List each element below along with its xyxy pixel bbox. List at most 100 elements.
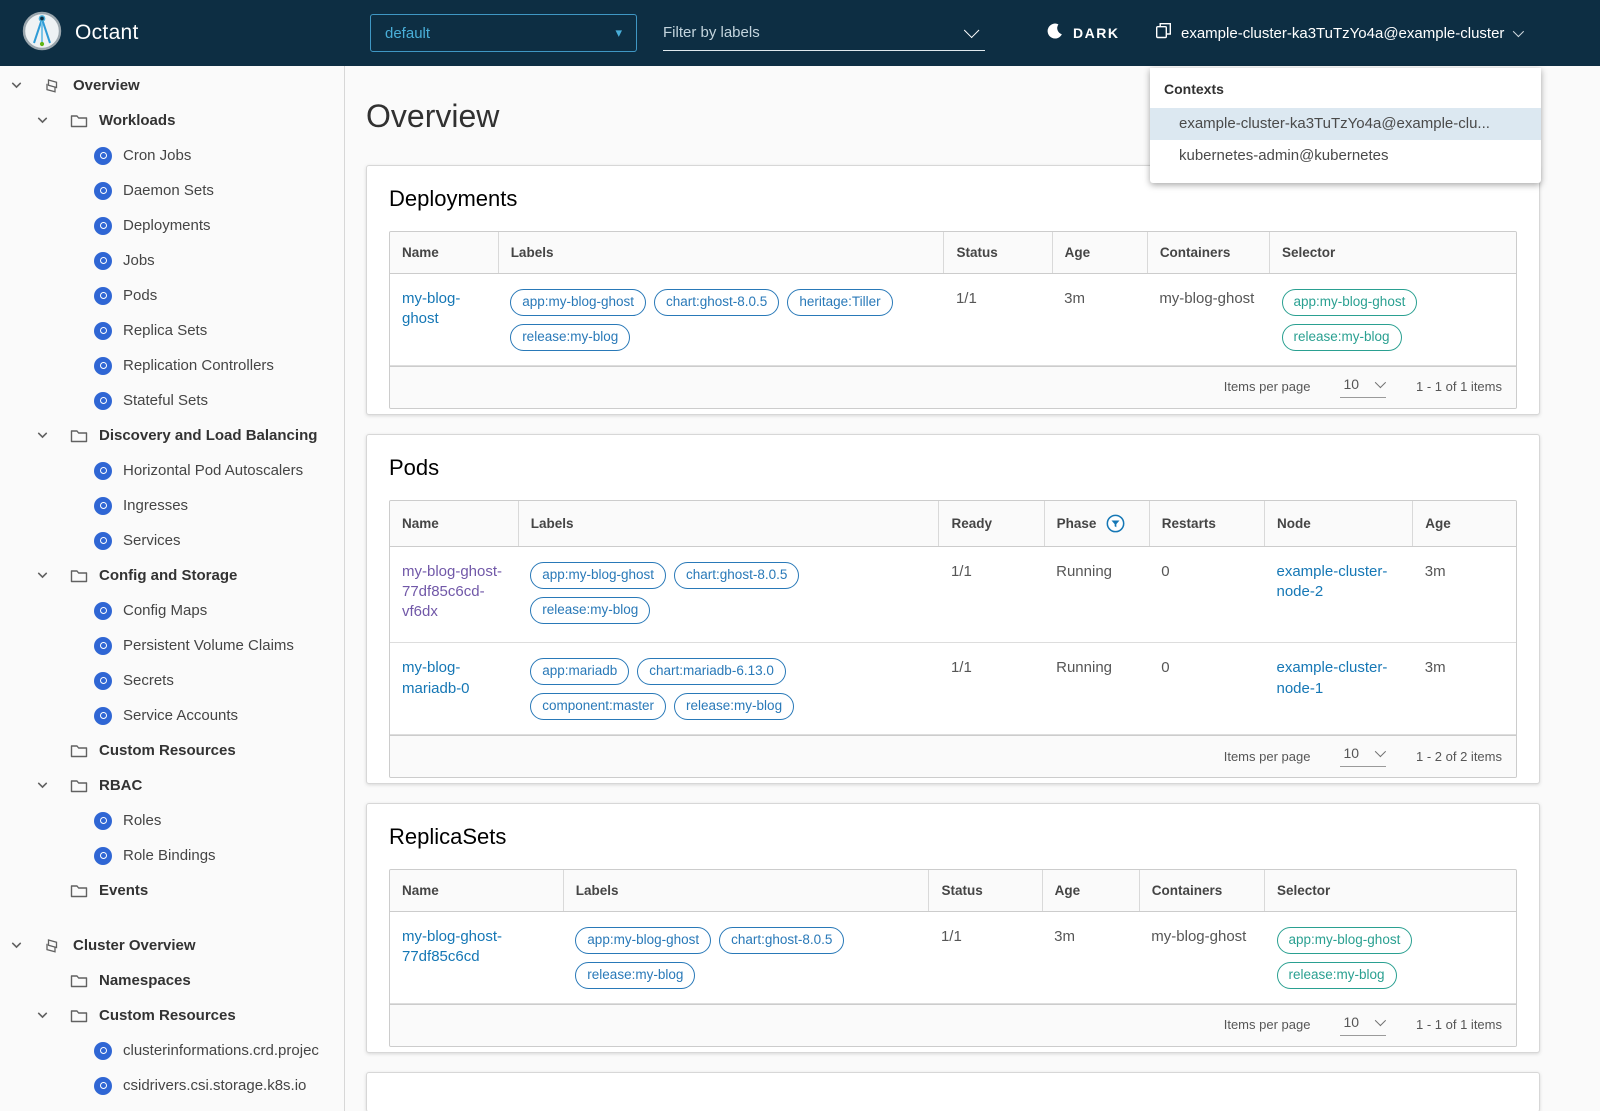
label-badge[interactable]: component:master	[530, 693, 667, 720]
octant-logo-icon	[22, 11, 62, 56]
deployment-name-link[interactable]: my-blog-ghost	[402, 290, 460, 327]
label-badge[interactable]: release:my-blog	[674, 693, 795, 720]
restarts-value: 0	[1149, 642, 1265, 735]
label-badge[interactable]: chart:mariadb-6.13.0	[637, 658, 786, 686]
chevron-down-icon[interactable]	[963, 22, 980, 39]
chevron-down-icon[interactable]	[36, 1009, 70, 1022]
column-header-status: Status	[943, 232, 1053, 274]
folder-icon	[70, 427, 88, 445]
pod-name-link[interactable]: my-blog-mariadb-0	[402, 659, 470, 696]
chevron-down-icon[interactable]	[36, 779, 70, 792]
sidebar-item-overview[interactable]: Overview	[0, 68, 344, 103]
label-badge[interactable]: release:my-blog	[510, 323, 631, 351]
chevron-down-icon[interactable]	[10, 939, 44, 952]
age-value: 3m	[1052, 273, 1148, 366]
dark-mode-label: DARK	[1073, 25, 1120, 41]
items-per-page-label: Items per page	[1223, 1017, 1311, 1033]
role-bindings-icon	[94, 846, 112, 865]
sidebar-item-role-bindings[interactable]: Role Bindings	[0, 838, 344, 873]
chevron-down-icon[interactable]	[36, 429, 70, 442]
selector-badge[interactable]: release:my-blog	[1281, 323, 1402, 351]
chevron-down-icon	[1513, 25, 1525, 38]
chevron-down-icon[interactable]	[36, 569, 70, 582]
sidebar-item-deployments[interactable]: Deployments	[0, 208, 344, 243]
context-selector[interactable]: example-cluster-ka3TuTzYo4a@example-clus…	[1155, 0, 1525, 66]
pods-title: Pods	[389, 454, 440, 480]
sidebar-item-cluster-overview[interactable]: Cluster Overview	[0, 928, 344, 963]
sidebar-item-pods[interactable]: Pods	[0, 278, 344, 313]
replicaset-name-link[interactable]: my-blog-ghost-77df85c6cd	[402, 928, 502, 965]
filter-icon[interactable]	[1106, 514, 1125, 533]
label-badge[interactable]: release:my-blog	[530, 596, 651, 624]
sidebar-item-workloads[interactable]: Workloads	[0, 103, 344, 138]
folder-icon	[70, 567, 88, 585]
table-row: my-blog-mariadb-0 app:mariadb chart:mari…	[390, 642, 1516, 735]
sidebar-item-jobs[interactable]: Jobs	[0, 243, 344, 278]
sidebar-item-rbac[interactable]: RBAC	[0, 768, 344, 803]
sidebar-item-config-maps[interactable]: Config Maps	[0, 593, 344, 628]
column-header-containers: Containers	[1138, 870, 1265, 912]
label-badge[interactable]: app:my-blog-ghost	[575, 927, 712, 954]
filter-by-labels-input[interactable]	[663, 24, 964, 41]
sidebar-item-ingresses[interactable]: Ingresses	[0, 488, 344, 523]
sidebar-item-custom-resources[interactable]: Custom Resources	[0, 733, 344, 768]
sidebar-item-service-accounts[interactable]: Service Accounts	[0, 698, 344, 733]
sidebar-item-secrets[interactable]: Secrets	[0, 663, 344, 698]
column-header-restarts: Restarts	[1148, 500, 1265, 547]
sidebar-item-daemon-sets[interactable]: Daemon Sets	[0, 173, 344, 208]
table-row: my-blog-ghost app:my-blog-ghost chart:gh…	[390, 273, 1516, 366]
folder-icon	[70, 972, 88, 990]
chevron-down-icon[interactable]	[10, 79, 44, 92]
pagination-range: 1 - 1 of 1 items	[1416, 379, 1502, 395]
selector-badge[interactable]: release:my-blog	[1276, 961, 1397, 989]
theme-toggle-button[interactable]: DARK	[1046, 0, 1119, 66]
label-badge[interactable]: release:my-blog	[575, 961, 696, 989]
context-option[interactable]: kubernetes-admin@kubernetes	[1150, 140, 1541, 172]
column-header-node: Node	[1263, 500, 1413, 547]
sidebar-item-persistent-volume-claims[interactable]: Persistent Volume Claims	[0, 628, 344, 663]
replicasets-datagrid: Name Labels Status Age Containers Select…	[389, 869, 1517, 1047]
pagination-range: 1 - 2 of 2 items	[1416, 748, 1502, 764]
phase-value: Running	[1044, 642, 1150, 735]
context-option-selected[interactable]: example-cluster-ka3TuTzYo4a@example-clu.…	[1150, 108, 1541, 140]
chevron-down-icon[interactable]	[36, 114, 70, 127]
cron-jobs-icon	[94, 146, 112, 165]
selector-badge[interactable]: app:my-blog-ghost	[1281, 289, 1418, 316]
sidebar-item-events[interactable]: Events	[0, 873, 344, 908]
node-link[interactable]: example-cluster-node-2	[1277, 563, 1388, 600]
replicasets-card: ReplicaSets Name Labels Status Age Conta…	[366, 803, 1540, 1053]
pods-icon	[94, 286, 112, 305]
sidebar-item-roles[interactable]: Roles	[0, 803, 344, 838]
sidebar-item-config-and-storage[interactable]: Config and Storage	[0, 558, 344, 593]
sidebar-item-discovery-load-balancing[interactable]: Discovery and Load Balancing	[0, 418, 344, 453]
label-badge[interactable]: chart:ghost-8.0.5	[719, 927, 845, 954]
page-size-select[interactable]: 10	[1340, 745, 1387, 767]
page-size-select[interactable]: 10	[1340, 1014, 1387, 1036]
page-size-select[interactable]: 10	[1340, 376, 1387, 398]
namespace-value: default	[385, 24, 431, 42]
age-value: 3m	[1042, 911, 1140, 1004]
sidebar-item-horizontal-pod-autoscalers[interactable]: Horizontal Pod Autoscalers	[0, 453, 344, 488]
label-badge[interactable]: app:my-blog-ghost	[510, 289, 646, 316]
sidebar-item-namespaces[interactable]: Namespaces	[0, 963, 344, 998]
jobs-icon	[94, 251, 112, 270]
label-badge[interactable]: heritage:Tiller	[787, 289, 893, 316]
sidebar-item-replication-controllers[interactable]: Replication Controllers	[0, 348, 344, 383]
label-badge[interactable]: chart:ghost-8.0.5	[674, 561, 800, 589]
selector-badge[interactable]: app:my-blog-ghost	[1276, 927, 1413, 954]
label-badge[interactable]: app:my-blog-ghost	[530, 561, 667, 589]
sidebar-item-clusterinformations-crd[interactable]: clusterinformations.crd.projec	[0, 1033, 344, 1068]
sidebar-item-csidrivers-crd[interactable]: csidrivers.csi.storage.k8s.io	[0, 1068, 344, 1103]
sidebar-item-cluster-custom-resources[interactable]: Custom Resources	[0, 998, 344, 1033]
pod-name-link[interactable]: my-blog-ghost-77df85c6cd-vf6dx	[402, 563, 502, 621]
label-badge[interactable]: app:mariadb	[530, 658, 630, 686]
node-link[interactable]: example-cluster-node-1	[1277, 659, 1388, 696]
folder-icon	[70, 1007, 88, 1025]
label-badge[interactable]: chart:ghost-8.0.5	[654, 289, 780, 316]
sidebar-navigation: Overview Workloads Cron Jobs Daemon Sets…	[0, 66, 345, 1111]
namespace-select[interactable]: default ▾	[370, 14, 637, 52]
sidebar-item-stateful-sets[interactable]: Stateful Sets	[0, 383, 344, 418]
sidebar-item-services[interactable]: Services	[0, 523, 344, 558]
sidebar-item-cron-jobs[interactable]: Cron Jobs	[0, 138, 344, 173]
sidebar-item-replica-sets[interactable]: Replica Sets	[0, 313, 344, 348]
